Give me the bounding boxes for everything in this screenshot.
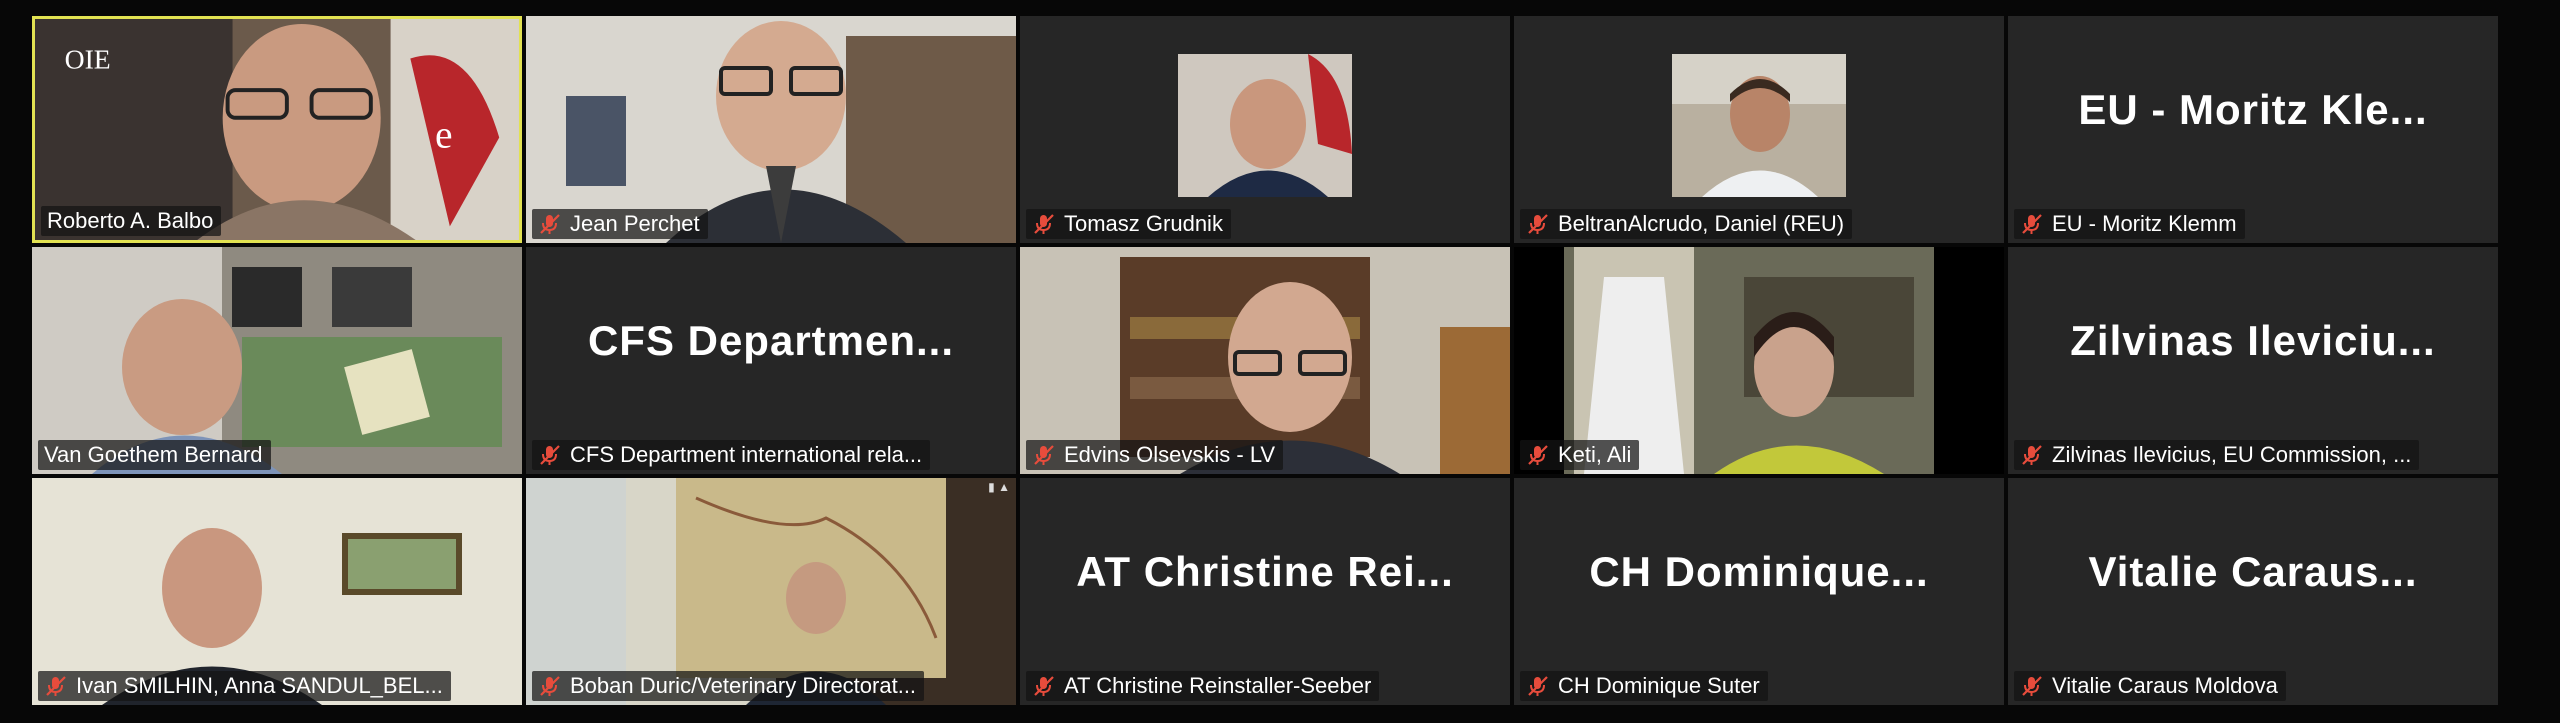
participant-tile[interactable]: AT Christine Rei... AT Christine Reinsta… [1020,478,1510,705]
microphone-muted-icon [2022,214,2042,234]
participant-tile[interactable]: BeltranAlcrudo, Daniel (REU) [1514,16,2004,243]
participant-name-label: Vitalie Caraus Moldova [2014,671,2286,701]
participant-tile[interactable]: ▮ ▲ Boban Duric/Veterinary Directorat... [526,478,1016,705]
microphone-muted-icon [540,676,560,696]
participant-name-label: Keti, Ali [1520,440,1640,470]
participant-tile[interactable]: CH Dominique... CH Dominique Suter [1514,478,2004,705]
participant-name: Vitalie Caraus Moldova [2052,673,2278,698]
svg-text:OIE: OIE [65,43,111,74]
microphone-muted-icon [2022,445,2042,465]
microphone-muted-icon [2022,676,2042,696]
participant-name-label: CFS Department international rela... [532,440,931,470]
participant-name: CFS Department international rela... [570,442,923,467]
participant-name-label: CH Dominique Suter [1520,671,1768,701]
participant-tile[interactable]: e OIE Roberto A. Balbo [32,16,522,243]
participant-name: CH Dominique Suter [1558,673,1760,698]
participant-name-label: AT Christine Reinstaller-Seeber [1026,671,1380,701]
participant-name: Keti, Ali [1558,442,1632,467]
participant-display-name: CH Dominique... [1589,547,1929,595]
participant-tile[interactable]: CFS Departmen... CFS Department internat… [526,247,1016,474]
microphone-muted-icon [1528,214,1548,234]
participant-name-label: Boban Duric/Veterinary Directorat... [532,671,925,701]
microphone-muted-icon [1528,676,1548,696]
participant-tile[interactable]: Edvins Olsevskis - LV [1020,247,1510,474]
microphone-muted-icon [540,445,560,465]
participant-name-label: Zilvinas Ilevicius, EU Commission, ... [2014,440,2420,470]
participant-name: BeltranAlcrudo, Daniel (REU) [1558,211,1845,236]
video-indicator-icons: ▮ ▲ [988,480,1010,494]
participant-name: EU - Moritz Klemm [2052,211,2237,236]
participant-name-label: Tomasz Grudnik [1026,209,1231,239]
participant-tile[interactable]: Keti, Ali [1514,247,2004,474]
participant-name: Jean Perchet [570,211,700,236]
participant-name-label: Jean Perchet [532,209,708,239]
participant-name: Tomasz Grudnik [1064,211,1223,236]
participant-name-label: Van Goethem Bernard [38,440,271,470]
participant-name: Roberto A. Balbo [47,208,214,233]
participant-avatar-photo [1672,54,1846,197]
participant-display-name: Zilvinas Ileviciu... [2070,316,2436,364]
participant-name: AT Christine Reinstaller-Seeber [1064,673,1372,698]
participant-name: Van Goethem Bernard [44,442,263,467]
participant-tile[interactable]: Ivan SMILHIN, Anna SANDUL_BEL... [32,478,522,705]
participant-name: Edvins Olsevskis - LV [1064,442,1276,467]
microphone-muted-icon [540,214,560,234]
participant-name-label: BeltranAlcrudo, Daniel (REU) [1520,209,1853,239]
participant-display-name: Vitalie Caraus... [2088,547,2418,595]
participant-name: Boban Duric/Veterinary Directorat... [570,673,917,698]
participant-tile[interactable]: Tomasz Grudnik [1020,16,1510,243]
participant-name: Ivan SMILHIN, Anna SANDUL_BEL... [76,673,443,698]
participant-name-label: EU - Moritz Klemm [2014,209,2245,239]
participant-name-label: Ivan SMILHIN, Anna SANDUL_BEL... [38,671,451,701]
participant-display-name: CFS Departmen... [587,316,955,364]
participant-tile[interactable]: Van Goethem Bernard [32,247,522,474]
microphone-muted-icon [1034,214,1054,234]
participant-tile[interactable]: Zilvinas Ileviciu... Zilvinas Ilevicius,… [2008,247,2498,474]
participant-name: Zilvinas Ilevicius, EU Commission, ... [2052,442,2412,467]
participant-avatar-photo [1178,54,1352,197]
participant-name-label: Roberto A. Balbo [41,206,222,236]
participant-display-name: AT Christine Rei... [1076,547,1454,595]
microphone-muted-icon [1034,445,1054,465]
microphone-muted-icon [1034,676,1054,696]
participant-tile[interactable]: Vitalie Caraus... Vitalie Caraus Moldova [2008,478,2498,705]
participant-display-name: EU - Moritz Kle... [2078,85,2428,133]
gallery-grid: e OIE Roberto A. Balbo Jean Perchet Toma… [32,16,2498,705]
svg-text:e: e [435,112,453,156]
microphone-muted-icon [1528,445,1548,465]
microphone-muted-icon [46,676,66,696]
participant-tile[interactable]: Jean Perchet [526,16,1016,243]
participant-name-label: Edvins Olsevskis - LV [1026,440,1284,470]
participant-tile[interactable]: EU - Moritz Kle... EU - Moritz Klemm [2008,16,2498,243]
